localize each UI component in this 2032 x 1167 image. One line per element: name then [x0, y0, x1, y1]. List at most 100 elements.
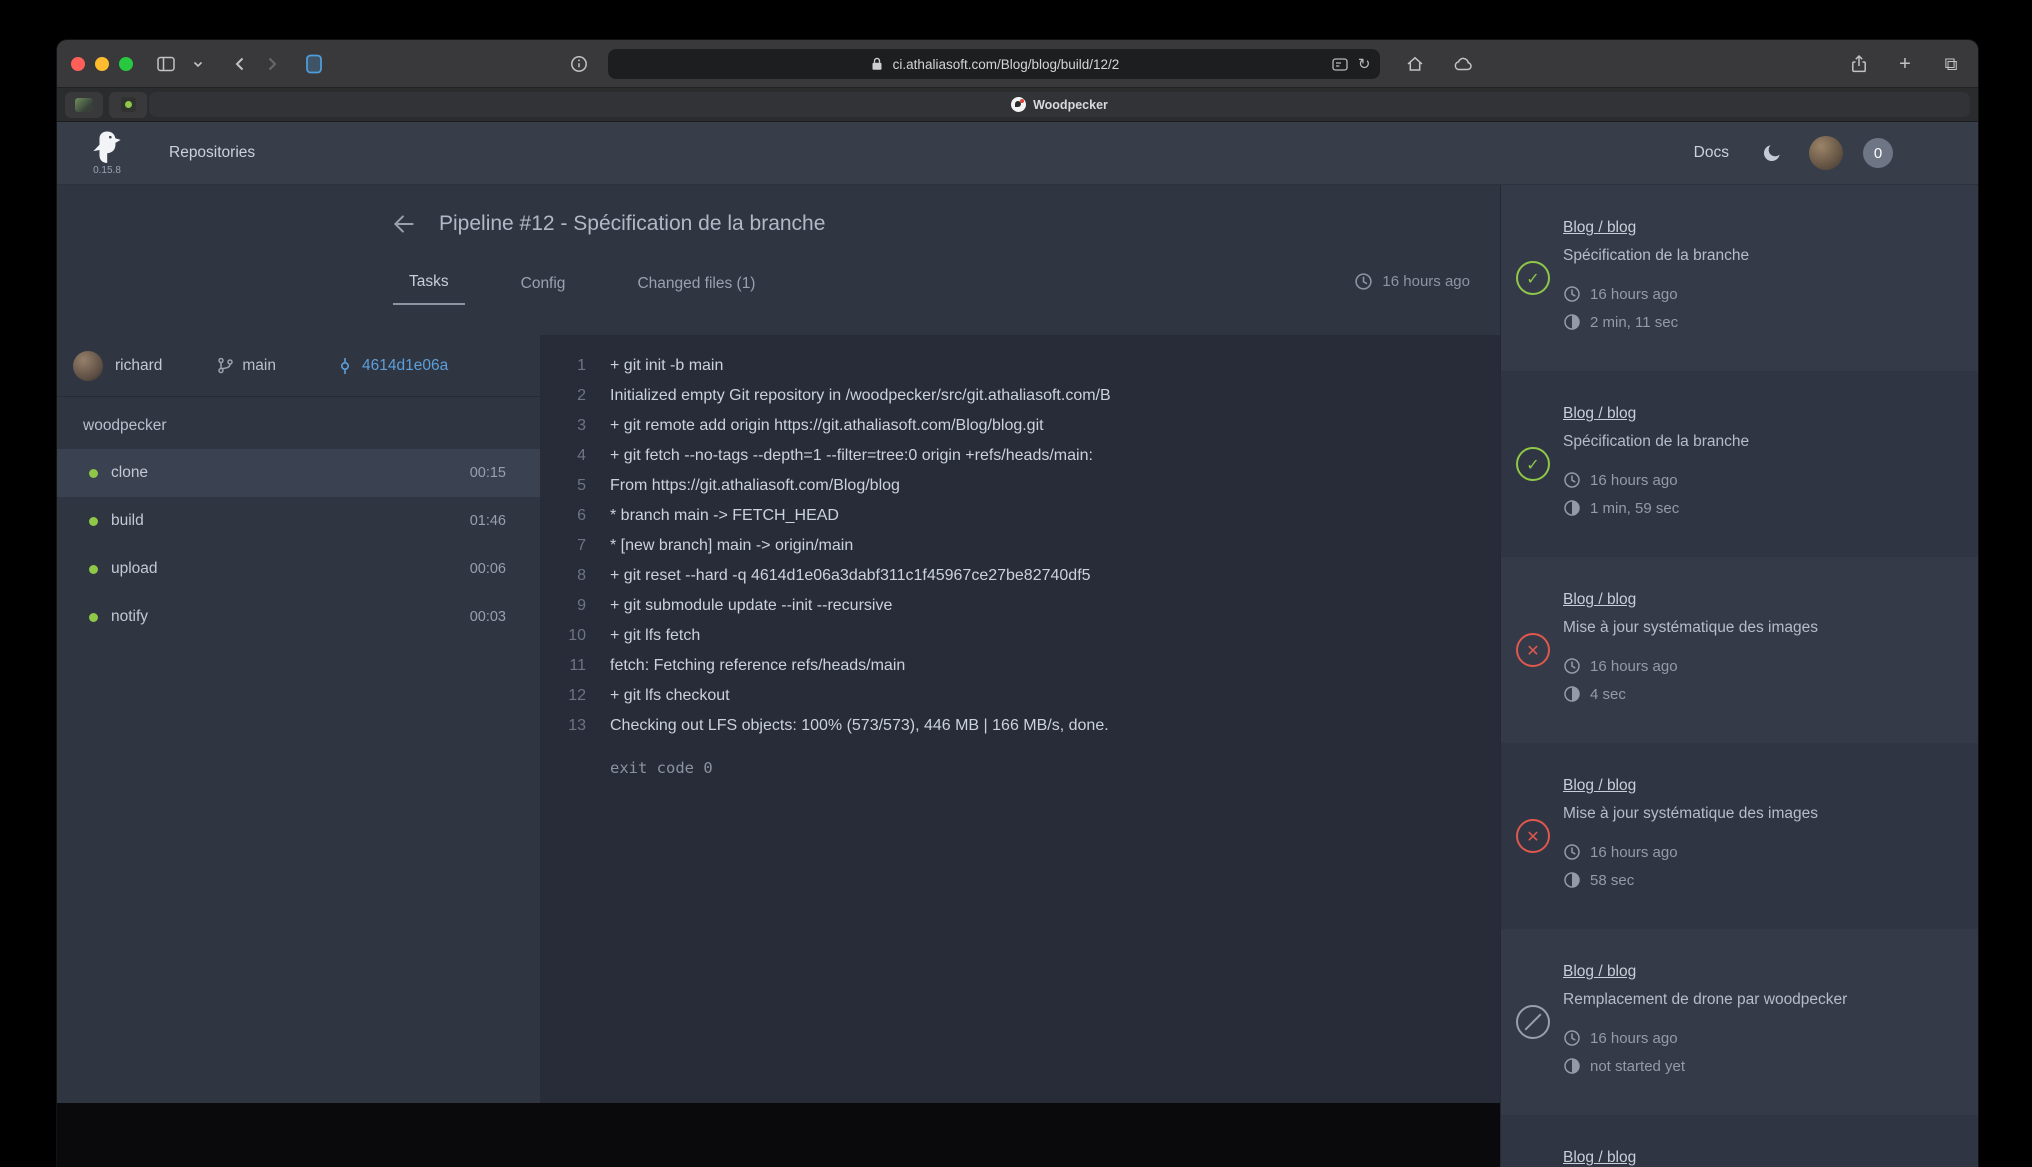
- minimize-window-button[interactable]: [95, 57, 109, 71]
- status-not-started-icon: [1516, 1005, 1550, 1039]
- feed-commit-message: Mise à jour systématique des images: [1563, 805, 1954, 823]
- clock-icon: [1563, 1029, 1581, 1047]
- pipeline-tabs: Tasks Config Changed files (1) 16 hours …: [57, 259, 1500, 305]
- author-avatar: [73, 351, 103, 381]
- feed-repo-link[interactable]: Blog / blog: [1563, 405, 1636, 423]
- pinned-tab-favicon-2: [121, 97, 136, 112]
- sidebar-toggle-icon[interactable]: [153, 49, 179, 79]
- feed-commit-message: Spécification de la branche: [1563, 433, 1954, 451]
- tab-changed-files[interactable]: Changed files (1): [621, 275, 771, 305]
- feed-item[interactable]: ✕ Blog / blog Mise à jour systématique d…: [1501, 557, 1978, 743]
- status-dot: [89, 517, 98, 526]
- chevron-down-icon[interactable]: [185, 49, 211, 79]
- forward-button: [259, 49, 285, 79]
- close-window-button[interactable]: [71, 57, 85, 71]
- clock-icon: [1563, 657, 1581, 675]
- step-clone[interactable]: clone 00:15: [57, 449, 540, 497]
- clock-icon: [1563, 471, 1581, 489]
- nav-docs-link[interactable]: Docs: [1694, 144, 1729, 162]
- browser-toolbar: ci.athaliasoft.com/Blog/blog/build/12/2 …: [57, 40, 1978, 88]
- info-icon[interactable]: [566, 49, 592, 79]
- home-icon[interactable]: [1402, 49, 1428, 79]
- pinned-tab-1[interactable]: [65, 92, 103, 118]
- step-upload[interactable]: upload 00:06: [57, 545, 540, 593]
- start-page-icon[interactable]: [301, 49, 327, 79]
- feed-repo-link[interactable]: Blog / blog: [1563, 591, 1636, 609]
- feed-repo-link[interactable]: Blog / blog: [1563, 963, 1636, 981]
- feed-item[interactable]: ✓ Blog / blog Spécification de la branch…: [1501, 371, 1978, 557]
- status-failure-icon: ✕: [1516, 819, 1550, 853]
- duration-icon: [1563, 1057, 1581, 1075]
- moon-icon[interactable]: [1761, 142, 1783, 164]
- workflow-name: woodpecker: [57, 397, 540, 449]
- toolbar-right: + ⧉: [1840, 40, 1964, 88]
- feed-item[interactable]: ✓ Blog / blog Spécification de la branch…: [1501, 185, 1978, 371]
- steps-panel: richard main 4614: [57, 335, 540, 1103]
- tab-bar: Woodpecker: [57, 88, 1978, 122]
- console-output[interactable]: 1+ git init -b main 2Initialized empty G…: [540, 335, 1500, 1103]
- commit-meta-row: richard main 4614: [57, 335, 540, 397]
- console-line: 10+ git lfs fetch: [540, 621, 1482, 651]
- commit-link[interactable]: 4614d1e06a: [336, 357, 448, 375]
- pipeline-main: Pipeline #12 - Spécification de la branc…: [57, 185, 1500, 1167]
- cloud-icon[interactable]: [1450, 49, 1476, 79]
- site-badge-icon[interactable]: [1331, 55, 1349, 73]
- tab-overview-icon[interactable]: ⧉: [1938, 49, 1964, 79]
- zoom-window-button[interactable]: [119, 57, 133, 71]
- pipeline-content: richard main 4614: [57, 335, 1500, 1103]
- address-area: ci.athaliasoft.com/Blog/blog/build/12/2 …: [560, 40, 1476, 88]
- console-line: 2Initialized empty Git repository in /wo…: [540, 381, 1482, 411]
- feed-repo-link[interactable]: Blog / blog: [1563, 1149, 1636, 1167]
- lock-icon: [868, 55, 886, 73]
- clock-icon: [1563, 843, 1581, 861]
- feed-repo-link[interactable]: Blog / blog: [1563, 777, 1636, 795]
- active-tab[interactable]: Woodpecker: [149, 92, 1970, 117]
- console-line: 12+ git lfs checkout: [540, 681, 1482, 711]
- share-icon[interactable]: [1846, 49, 1872, 79]
- feed-item[interactable]: Blog / blog: [1501, 1115, 1978, 1167]
- tab-config[interactable]: Config: [505, 275, 582, 305]
- console-line: 7* [new branch] main -> origin/main: [540, 531, 1482, 561]
- pipeline-header: Pipeline #12 - Spécification de la branc…: [57, 185, 1500, 335]
- status-failure-icon: ✕: [1516, 633, 1550, 667]
- duration-icon: [1563, 685, 1581, 703]
- user-avatar[interactable]: [1809, 136, 1843, 170]
- pinned-tab-2[interactable]: [109, 92, 147, 118]
- console-line: 5From https://git.athaliasoft.com/Blog/b…: [540, 471, 1482, 501]
- url-bar[interactable]: ci.athaliasoft.com/Blog/blog/build/12/2 …: [608, 49, 1380, 79]
- traffic-lights: [71, 57, 133, 71]
- tab-title: Woodpecker: [1033, 98, 1108, 112]
- commit-icon: [336, 357, 354, 375]
- status-success-icon: ✓: [1516, 261, 1550, 295]
- duration-icon: [1563, 313, 1581, 331]
- branch-info: main: [216, 356, 276, 375]
- duration-icon: [1563, 871, 1581, 889]
- console-line: 8+ git reset --hard -q 4614d1e06a3dabf31…: [540, 561, 1482, 591]
- duration-icon: [1563, 499, 1581, 517]
- console-line: 1+ git init -b main: [540, 351, 1482, 381]
- safari-window: ci.athaliasoft.com/Blog/blog/build/12/2 …: [57, 40, 1978, 1167]
- app-navbar: 0.15.8 Repositories Docs 0: [57, 122, 1978, 185]
- feed-item[interactable]: ✕ Blog / blog Mise à jour systématique d…: [1501, 743, 1978, 929]
- notification-badge[interactable]: 0: [1863, 138, 1893, 168]
- woodpecker-favicon: [1011, 97, 1026, 112]
- back-icon[interactable]: [391, 211, 417, 237]
- back-button[interactable]: [227, 49, 253, 79]
- clock-icon: [1563, 285, 1581, 303]
- url-bar-right-icons: ↻: [1331, 49, 1371, 79]
- reload-icon[interactable]: ↻: [1358, 55, 1371, 73]
- feed-commit-message: Spécification de la branche: [1563, 247, 1954, 265]
- status-success-icon: ✓: [1516, 447, 1550, 481]
- nav-repositories-link[interactable]: Repositories: [169, 144, 255, 162]
- woodpecker-logo[interactable]: 0.15.8: [83, 130, 131, 176]
- console-line: 4+ git fetch --no-tags --depth=1 --filte…: [540, 441, 1482, 471]
- status-dot: [89, 613, 98, 622]
- console-line: 6* branch main -> FETCH_HEAD: [540, 501, 1482, 531]
- step-notify[interactable]: notify 00:03: [57, 593, 540, 641]
- author-name: richard: [115, 357, 162, 375]
- new-tab-icon[interactable]: +: [1892, 49, 1918, 79]
- tab-tasks[interactable]: Tasks: [393, 273, 465, 305]
- feed-item[interactable]: Blog / blog Remplacement de drone par wo…: [1501, 929, 1978, 1115]
- feed-repo-link[interactable]: Blog / blog: [1563, 219, 1636, 237]
- step-build[interactable]: build 01:46: [57, 497, 540, 545]
